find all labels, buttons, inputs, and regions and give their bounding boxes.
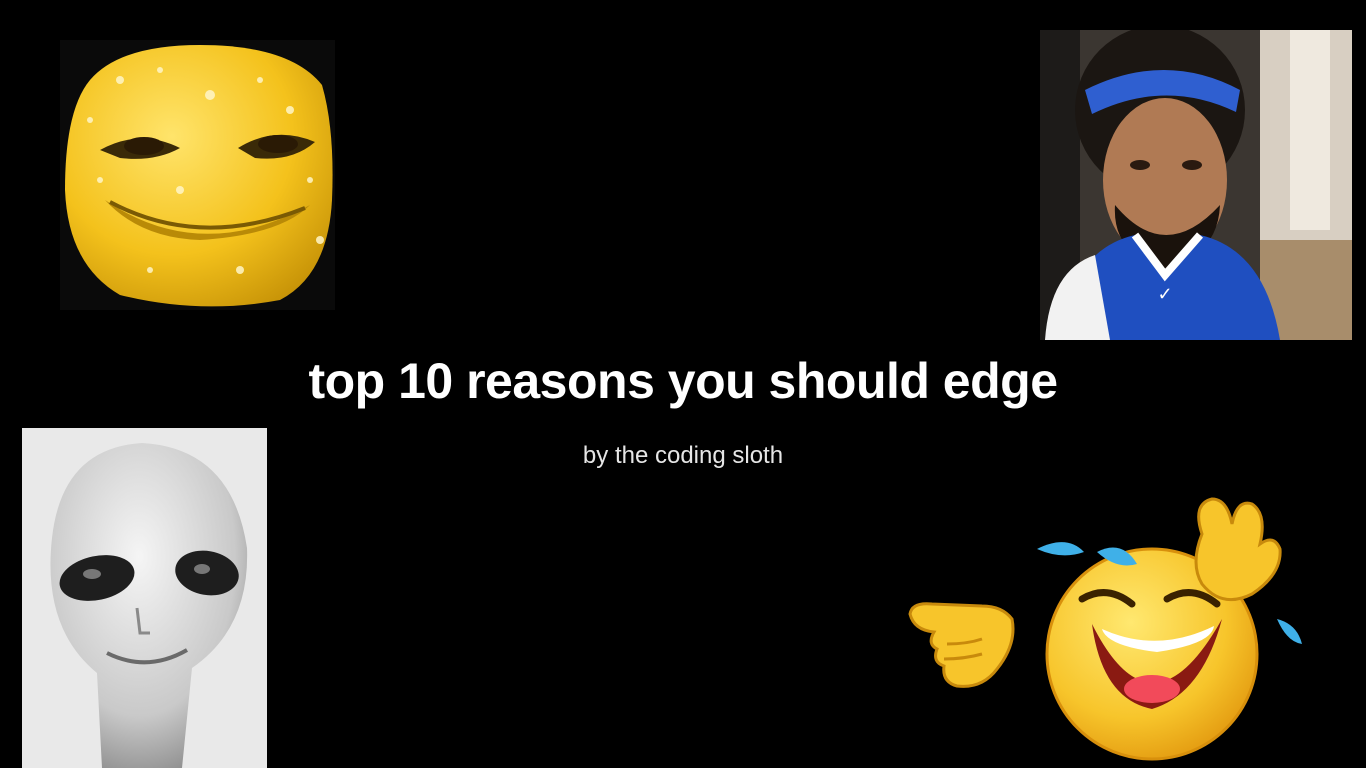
yellow-3d-smiley-face-icon [60, 40, 335, 310]
laughing-emoji-pointing-icon [908, 497, 1302, 761]
man-photo-icon: ✓ [1040, 30, 1352, 340]
svg-text:✓: ✓ [1157, 284, 1172, 304]
alien-photo-icon [22, 428, 267, 768]
slide: ✓ top 10 reasons you should edge by the … [0, 0, 1366, 768]
slide-subtitle: by the coding sloth [582, 442, 784, 469]
slide-title: top 10 reasons you should edge [308, 353, 1058, 409]
